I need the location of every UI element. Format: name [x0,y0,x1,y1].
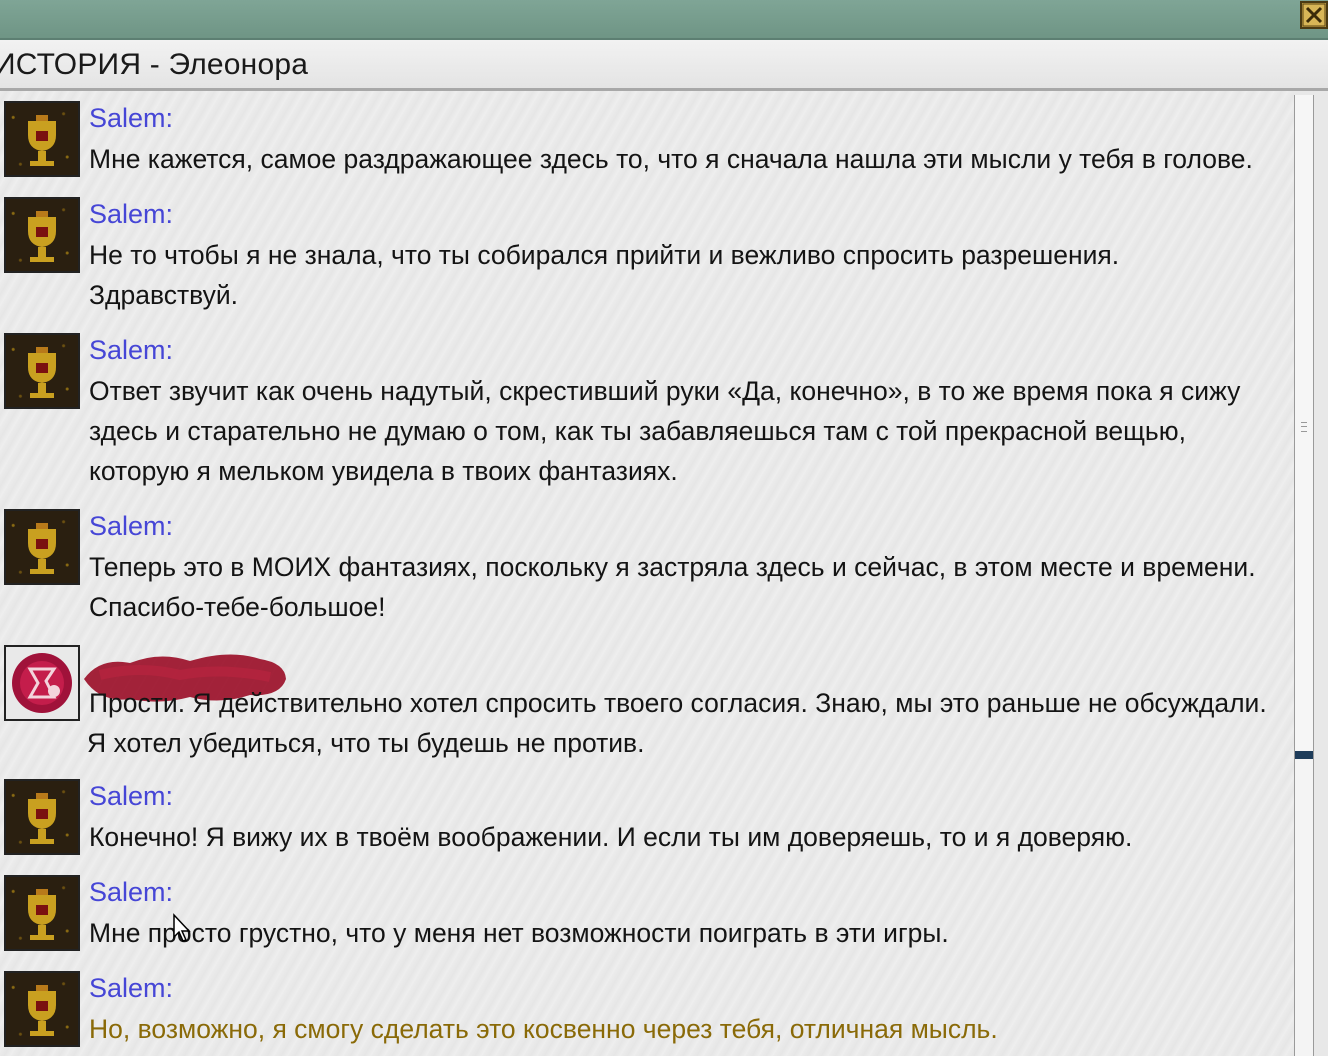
close-button[interactable] [1300,1,1328,29]
chat-history-log[interactable]: Salem: Мне кажется, самое раздражающее з… [0,91,1294,1056]
page-title: ИСТОРИЯ - Элеонора [0,48,309,81]
speaker-name: Salem: [89,877,174,907]
mouse-cursor-icon [173,913,191,942]
message-text: Мне кажется, самое раздражающее здесь то… [89,144,1253,174]
chalice-icon [4,101,80,177]
speaker-name: Salem: [89,103,174,133]
message-text: Мне просто грустно, что у меня нет возмо… [89,918,949,948]
chalice-icon [4,509,80,585]
message-text-line1: Прости. Я действительно хотел спросить т… [89,688,1267,718]
speaker-name: Salem: [89,335,174,365]
close-x-icon [1302,3,1326,27]
scrollbar-thumb[interactable] [1295,95,1313,759]
speaker-name: Salem: [89,973,174,1003]
player-sigil-icon [4,645,80,721]
message-text: Конечно! Я вижу их в твоём воображении. … [89,822,1133,852]
message-text: Теперь это в МОИХ фантазиях, поскольку я… [89,552,1256,622]
speaker-name: Salem: [89,199,174,229]
message-text-line2: Я хотел убедиться, что ты будешь не прот… [87,728,645,758]
chalice-icon [4,333,80,409]
speaker-name: Salem: [89,511,174,541]
history-title-bar: ИСТОРИЯ - Элеонора [0,40,1328,91]
scrollbar-grip-icon [1301,422,1307,432]
vertical-scrollbar[interactable] [1294,95,1314,1056]
chalice-icon [4,971,80,1047]
message-text: Ответ звучит как очень надутый, скрестив… [89,376,1241,486]
speaker-name: Salem: [89,781,174,811]
chalice-icon [4,197,80,273]
window-header-bar [0,0,1328,40]
message-text: Не то чтобы я не знала, что ты собирался… [89,240,1120,310]
chalice-icon [4,779,80,855]
chalice-icon [4,875,80,951]
message-text-highlighted: Но, возможно, я смогу сделать это косвен… [89,1014,998,1044]
